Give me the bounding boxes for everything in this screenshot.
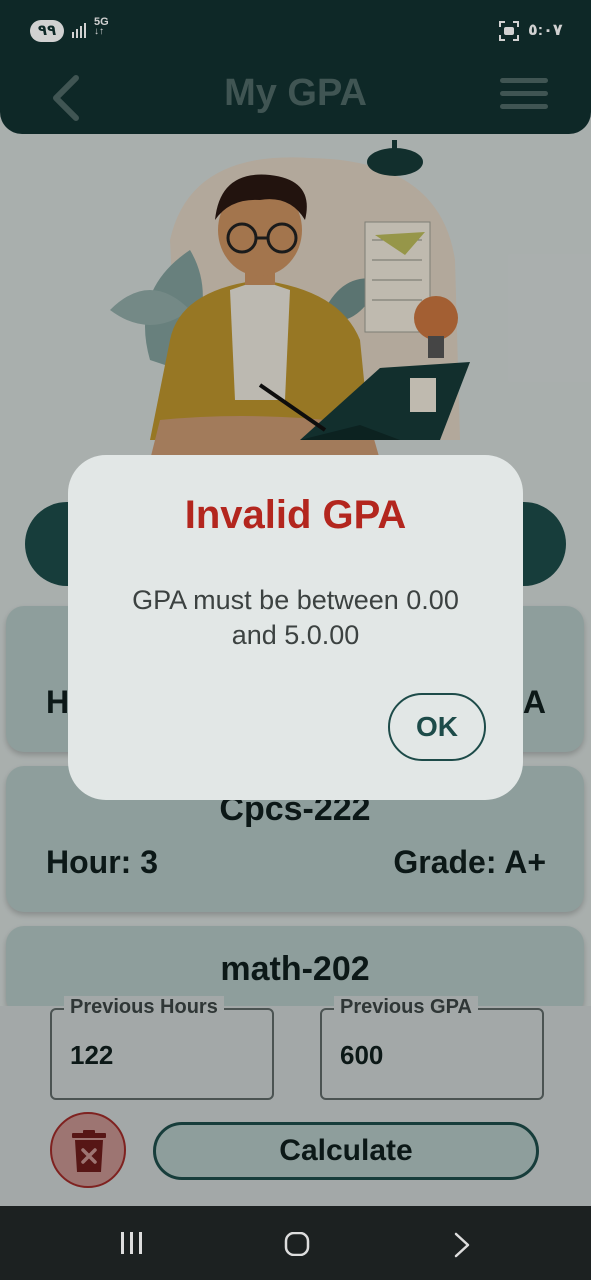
- dialog-title: Invalid GPA: [184, 493, 407, 537]
- back-nav-icon[interactable]: [452, 1232, 472, 1258]
- invalid-gpa-dialog: Invalid GPA GPA must be between 0.00 and…: [68, 455, 523, 800]
- ok-button[interactable]: OK: [388, 693, 486, 761]
- recent-apps-icon[interactable]: [119, 1232, 145, 1254]
- dialog-message: GPA must be between 0.00 and 5.0.00: [132, 585, 459, 650]
- system-nav-bar: [0, 1206, 591, 1280]
- home-icon[interactable]: [284, 1232, 310, 1256]
